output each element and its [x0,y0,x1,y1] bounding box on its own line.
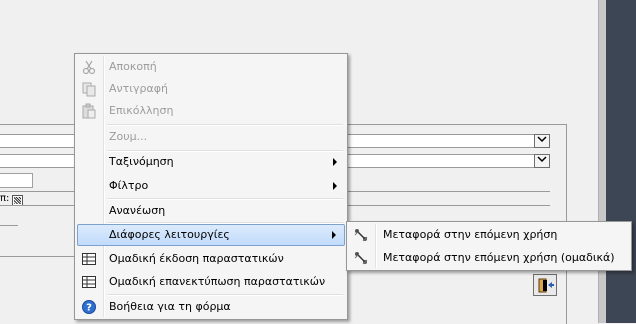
menu-item-label: Μεταφορά στην επόμενη χρήση [383,228,558,241]
submenu-arrow-icon [333,158,337,166]
exit-door-icon [538,278,554,293]
menu-item-refresh[interactable]: Ανανέωση [77,200,345,222]
divider [0,225,18,226]
menu-item-help[interactable]: ? Βοήθεια για τη φόρμα [77,296,345,318]
menu-item-zoom[interactable]: Ζουμ... [77,126,345,148]
menu-item-label: Ζουμ... [109,130,148,143]
menu-item-label: Ταξινόμηση [109,155,174,168]
transfer-icon [353,250,369,266]
svg-text:?: ? [86,303,92,314]
desktop-background [606,0,636,323]
menu-item-cut[interactable]: Αποκοπή [77,56,345,78]
scissors-icon [81,59,97,75]
dropdown-button-2[interactable] [534,154,550,168]
menu-item-label: Επικόλληση [109,104,174,117]
menu-item-copy[interactable]: Αντιγραφή [77,78,345,100]
submenu-item-transfer[interactable]: Μεταφορά στην επόμενη χρήση [349,224,629,246]
menu-item-label: Βοήθεια για τη φόρμα [109,300,231,313]
form-field-3[interactable] [0,173,33,188]
menu-item-sort[interactable]: Ταξινόμηση [77,151,345,173]
menu-item-label: Αποκοπή [109,60,157,73]
submenu-item-transfer-batch[interactable]: Μεταφορά στην επόμενη χρήση (ομαδικά) [349,247,629,269]
menu-item-batch-reprint[interactable]: Ομαδική επανεκτύπωση παραστατικών [77,271,345,293]
menu-item-label: Φίλτρο [109,179,149,192]
help-icon: ? [81,299,97,315]
exit-button[interactable] [533,274,557,296]
menu-item-paste[interactable]: Επικόλληση [77,100,345,122]
transfer-icon [353,227,369,243]
menu-item-label: Ανανέωση [109,204,166,217]
menu-item-label: Διάφορες λειτουργίες [109,228,230,241]
menu-item-misc-functions[interactable]: Διάφορες λειτουργίες [77,224,345,246]
chevron-down-icon [537,156,547,163]
context-menu: Αποκοπή Αντιγραφή Επικόλληση Ζουμ... Ταξ… [74,53,348,320]
grid-icon [81,274,97,290]
menu-item-label: Ομαδική έκδοση παραστατικών [109,252,284,265]
field-label: π: [0,193,10,204]
submenu: Μεταφορά στην επόμενη χρήση Μεταφορά στη… [346,221,632,271]
submenu-arrow-icon [333,182,337,190]
grid-icon [81,251,97,267]
chevron-down-icon [537,136,547,143]
menu-item-filter[interactable]: Φίλτρο [77,175,345,197]
menu-item-label: Μεταφορά στην επόμενη χρήση (ομαδικά) [383,251,615,264]
paste-icon [81,103,97,119]
menu-item-label: Ομαδική επανεκτύπωση παραστατικών [109,275,326,288]
dropdown-button-1[interactable] [534,134,550,148]
menu-item-label: Αντιγραφή [109,82,168,95]
copy-icon [81,81,97,97]
menu-item-batch-issue[interactable]: Ομαδική έκδοση παραστατικών [77,248,345,270]
submenu-arrow-icon [332,231,336,239]
